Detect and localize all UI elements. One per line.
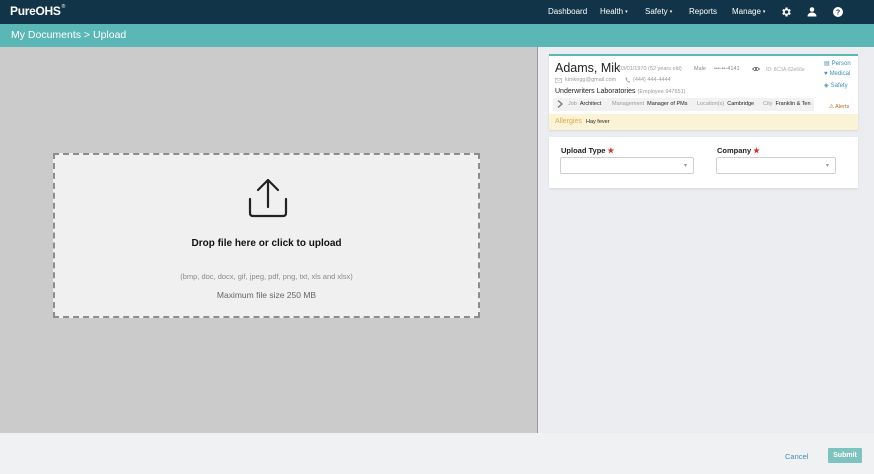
person-email[interactable]: kimkegg@gmail.com — [565, 77, 616, 83]
detail-job: Job Architect — [568, 101, 602, 107]
upload-form-card: Upload Type ★ ▾ Company ★ ▾ — [549, 137, 858, 188]
detail-city: City Franklin & Ten — [763, 101, 811, 107]
nav-reports[interactable]: Reports — [689, 7, 717, 16]
top-navbar: PureOHS® Dashboard Health ▾ Safety ▾ Repor… — [0, 0, 874, 24]
link-safety[interactable]: ◈ Safety — [824, 82, 848, 89]
app-logo[interactable]: PureOHS® — [10, 4, 65, 18]
nav-dashboard[interactable]: Dashboard — [548, 7, 587, 16]
required-icon: ★ — [607, 146, 615, 155]
file-dropzone[interactable]: Drop file here or click to upload (bmp, … — [53, 153, 480, 318]
help-icon[interactable]: ? — [832, 6, 844, 18]
required-icon: ★ — [753, 146, 760, 155]
breadcrumb: My Documents > Upload — [11, 29, 127, 41]
subheader-bar: My Documents > Upload — [0, 24, 874, 47]
chevron-down-icon: ▾ — [825, 163, 829, 169]
allergies-bar: Allergies Hay fever — [549, 114, 858, 130]
svg-text:?: ? — [836, 10, 840, 17]
cancel-button[interactable]: Cancel — [785, 452, 808, 461]
detail-management: Management Manager of PMs — [612, 101, 688, 107]
footer-bar — [0, 433, 874, 474]
allowed-file-types: (bmp, doc, docx, gif, jpeg, pdf, png, tx… — [180, 272, 353, 281]
person-name: Adams, Mik — [555, 61, 621, 75]
chevron-down-icon: ▾ — [669, 9, 673, 15]
person-sex: Male — [694, 66, 706, 72]
chevron-down-icon: ▾ — [762, 9, 766, 15]
person-card: Adams, Mik 03/01/1970 (52 years old) Mal… — [549, 54, 858, 130]
allergies-label: Allergies — [555, 118, 582, 125]
shield-icon: ◈ — [824, 83, 829, 89]
mail-icon — [555, 78, 562, 83]
upload-icon — [248, 178, 288, 218]
detail-locations: Location(s) Cambridge — [697, 101, 755, 107]
chevron-down-icon: ▾ — [683, 163, 687, 169]
chevron-down-icon: ▾ — [625, 9, 628, 15]
person-company: Underwriters Laboratories (Employee 9476… — [555, 88, 686, 95]
link-medical[interactable]: ♥ Medical — [824, 71, 850, 77]
company-label: Company ★ — [717, 146, 760, 155]
stethoscope-icon: ♥ — [824, 71, 828, 77]
upload-type-label: Upload Type ★ — [561, 146, 615, 155]
submit-button[interactable]: Submit — [828, 448, 862, 463]
gear-icon[interactable] — [780, 6, 792, 18]
person-details-strip: Job Architect Management Manager of PMs Lo… — [553, 98, 814, 111]
chevron-right-icon[interactable] — [557, 100, 563, 108]
warning-icon: ⚠ — [829, 104, 834, 110]
company-select[interactable]: ▾ — [716, 157, 836, 174]
nav-manage[interactable]: Manage ▾ — [732, 7, 765, 16]
link-person[interactable]: ▤ Person — [824, 60, 851, 67]
upload-type-select[interactable]: ▾ — [560, 157, 694, 174]
person-ssn: •••-••-4141 — [714, 66, 740, 72]
max-file-size: Maximum file size 250 MB — [216, 290, 317, 300]
person-dob: 03/01/1970 (52 years old) — [619, 66, 682, 72]
person-phone: (444) 444-4444 — [633, 77, 671, 83]
nav-safety[interactable]: Safety ▾ — [645, 7, 672, 16]
employee-number: (Employee 947651) — [637, 89, 686, 95]
dropzone-title: Drop file here or click to upload — [191, 238, 342, 249]
phone-icon — [625, 77, 630, 83]
allergies-value: Hay fever — [586, 119, 610, 125]
user-icon[interactable] — [806, 6, 818, 18]
document-icon: ▤ — [824, 61, 830, 67]
alerts-indicator[interactable]: ⚠ Alerts — [829, 104, 849, 110]
nav-health[interactable]: Health ▾ — [600, 7, 628, 16]
person-id: ID: 8C3A-62e66e — [766, 67, 805, 73]
eye-icon[interactable] — [752, 66, 760, 72]
